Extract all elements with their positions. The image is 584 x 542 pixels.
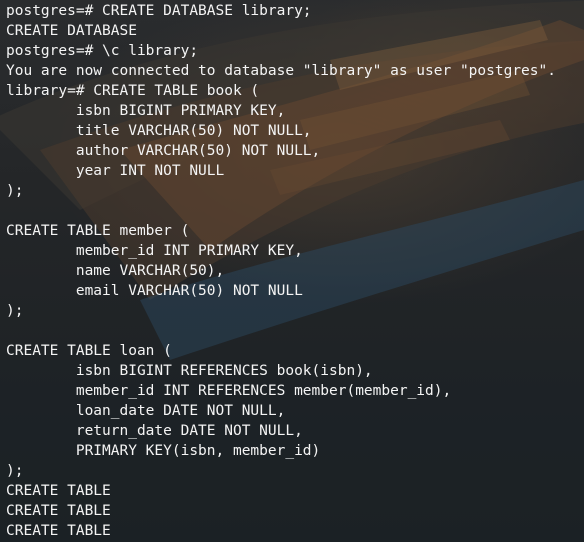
terminal-line: CREATE DATABASE (6, 23, 137, 39)
terminal-line: return_date DATE NOT NULL, (6, 423, 303, 439)
terminal-line: member_id INT PRIMARY KEY, (6, 243, 303, 259)
terminal-line: loan_date DATE NOT NULL, (6, 403, 286, 419)
terminal-line: ); (6, 303, 24, 319)
terminal-line: postgres=# CREATE DATABASE library; (6, 3, 312, 19)
terminal-line: postgres=# \c library; (6, 43, 199, 59)
terminal-line: ); (6, 183, 24, 199)
terminal-line: PRIMARY KEY(isbn, member_id) (6, 443, 321, 459)
terminal-line: CREATE TABLE (6, 523, 111, 539)
terminal-line: CREATE TABLE (6, 503, 111, 519)
terminal-line: name VARCHAR(50), (6, 263, 225, 279)
terminal-line: You are now connected to database "libra… (6, 63, 556, 79)
terminal-window[interactable]: postgres=# CREATE DATABASE library; CREA… (0, 0, 584, 542)
terminal-line: email VARCHAR(50) NOT NULL (6, 283, 303, 299)
terminal-line: member_id INT REFERENCES member(member_i… (6, 383, 452, 399)
terminal-line: CREATE TABLE (6, 483, 111, 499)
terminal-line: CREATE TABLE member ( (6, 223, 190, 239)
terminal-line: library=# CREATE TABLE book ( (6, 83, 260, 99)
terminal-line: CREATE TABLE loan ( (6, 343, 172, 359)
terminal-line: isbn BIGINT PRIMARY KEY, (6, 103, 286, 119)
terminal-line: title VARCHAR(50) NOT NULL, (6, 123, 312, 139)
terminal-line: ); (6, 463, 24, 479)
terminal-line: year INT NOT NULL (6, 163, 225, 179)
terminal-line: isbn BIGINT REFERENCES book(isbn), (6, 363, 373, 379)
terminal-line: author VARCHAR(50) NOT NULL, (6, 143, 321, 159)
terminal-output: postgres=# CREATE DATABASE library; CREA… (0, 0, 584, 541)
